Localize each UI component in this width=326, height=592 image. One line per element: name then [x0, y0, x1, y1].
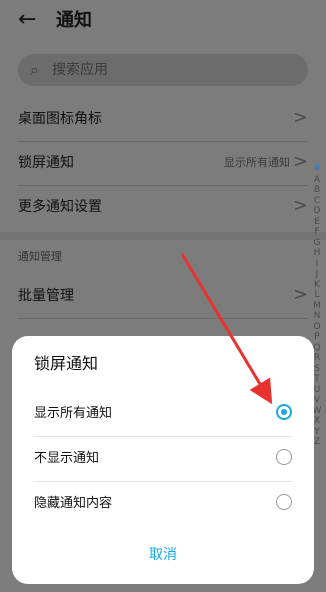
chevron-right-icon: >: [292, 107, 308, 128]
option-hide-all[interactable]: 不显示通知: [34, 437, 292, 481]
chevron-right-icon: >: [292, 284, 308, 305]
row-label: 批量管理: [18, 288, 74, 304]
index-letter[interactable]: A: [312, 175, 322, 186]
cancel-button[interactable]: 取消: [12, 546, 314, 564]
option-hide-content[interactable]: 隐藏通知内容: [34, 482, 292, 526]
section-separator: [0, 232, 326, 240]
lockscreen-dialog: 锁屏通知 显示所有通知 不显示通知 隐藏通知内容 取消: [12, 336, 314, 584]
section-title: 通知管理: [18, 250, 62, 263]
chevron-right-icon: >: [292, 195, 308, 216]
radio-selected-icon[interactable]: [276, 404, 292, 420]
option-show-all[interactable]: 显示所有通知: [34, 392, 292, 436]
radio-icon[interactable]: [276, 449, 292, 465]
index-letter[interactable]: D: [312, 206, 322, 217]
index-letter[interactable]: J: [312, 269, 322, 280]
option-label: 不显示通知: [34, 451, 100, 466]
row-label: 更多通知设置: [18, 199, 102, 215]
index-letter[interactable]: C: [312, 196, 322, 207]
row-lockscreen-notification[interactable]: 锁屏通知 显示所有通知 >: [18, 141, 308, 186]
index-letter[interactable]: P: [312, 332, 322, 343]
row-desktop-badge[interactable]: 桌面图标角标 >: [18, 97, 308, 142]
dialog-title: 锁屏通知: [34, 354, 99, 373]
index-letter[interactable]: O: [312, 322, 322, 333]
back-arrow-icon[interactable]: ←: [18, 8, 36, 32]
index-letter[interactable]: M: [312, 301, 322, 312]
radio-icon[interactable]: [276, 494, 292, 510]
index-letter[interactable]: G: [312, 238, 322, 249]
row-value: 显示所有通知: [224, 156, 290, 169]
row-batch-manage[interactable]: 批量管理 >: [18, 274, 308, 319]
index-letter[interactable]: L: [312, 290, 322, 301]
index-letter[interactable]: K: [312, 280, 322, 291]
search-placeholder: 搜索应用: [52, 62, 108, 78]
index-letter[interactable]: F: [312, 227, 322, 238]
chevron-right-icon: >: [292, 151, 308, 172]
index-letter[interactable]: N: [312, 311, 322, 322]
index-letter[interactable]: E: [312, 217, 322, 228]
search-icon: ⌕: [30, 60, 39, 79]
header: ← 通知: [0, 0, 326, 44]
option-label: 显示所有通知: [34, 406, 113, 421]
index-letter[interactable]: B: [312, 185, 322, 196]
row-label: 桌面图标角标: [18, 111, 102, 127]
option-label: 隐藏通知内容: [34, 496, 113, 511]
index-letter[interactable]: H: [312, 248, 322, 259]
search-input[interactable]: ⌕ 搜索应用: [18, 54, 308, 86]
row-label: 锁屏通知: [18, 155, 74, 171]
row-more-settings[interactable]: 更多通知设置 >: [18, 185, 308, 229]
index-letter[interactable]: #: [312, 164, 322, 175]
index-letter[interactable]: I: [312, 259, 322, 270]
page-title: 通知: [56, 10, 92, 31]
